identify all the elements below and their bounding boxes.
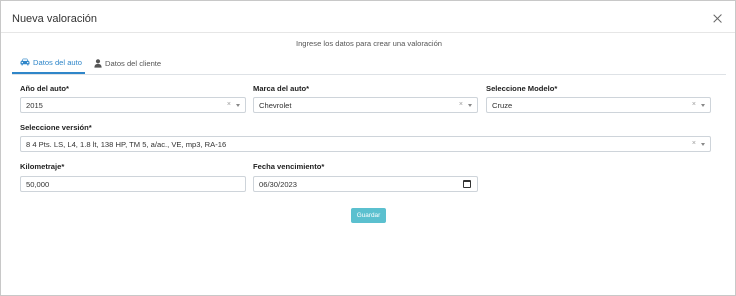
user-icon bbox=[94, 58, 102, 68]
modelo-label: Seleccione Modelo* bbox=[486, 84, 558, 93]
header-divider bbox=[1, 32, 735, 33]
marca-select[interactable]: Chevrolet × bbox=[253, 97, 478, 113]
anio-label: Año del auto* bbox=[20, 84, 69, 93]
anio-value: 2015 bbox=[26, 100, 43, 110]
modal-title: Nueva valoración bbox=[12, 13, 97, 25]
version-chevron-down-icon[interactable] bbox=[701, 143, 705, 146]
marca-clear-icon[interactable]: × bbox=[459, 101, 463, 108]
tab-datos-cliente-label: Datos del cliente bbox=[105, 58, 162, 68]
modelo-select[interactable]: Cruze × bbox=[486, 97, 711, 113]
fecha-value: 06/30/2023 bbox=[259, 179, 298, 189]
marca-value: Chevrolet bbox=[259, 100, 292, 110]
tab-datos-auto-label: Datos del auto bbox=[33, 57, 82, 67]
kilometraje-label: Kilometraje* bbox=[20, 162, 65, 171]
close-icon[interactable] bbox=[712, 13, 724, 25]
version-clear-icon[interactable]: × bbox=[692, 140, 696, 147]
version-label: Seleccione versión* bbox=[20, 123, 92, 132]
modelo-clear-icon[interactable]: × bbox=[692, 101, 696, 108]
fecha-label: Fecha vencimiento* bbox=[253, 162, 325, 171]
modal-subtitle: Ingrese los datos para crear una valorac… bbox=[295, 39, 443, 48]
marca-chevron-down-icon[interactable] bbox=[468, 104, 472, 107]
guardar-button[interactable]: Guardar bbox=[351, 208, 386, 223]
marca-label: Marca del auto* bbox=[253, 84, 310, 93]
car-icon bbox=[20, 58, 30, 66]
version-select[interactable]: 8 4 Pts. LS, L4, 1.8 lt, 138 HP, TM 5, a… bbox=[20, 136, 711, 152]
tab-datos-cliente[interactable]: Datos del cliente bbox=[90, 52, 168, 74]
fecha-input[interactable]: 06/30/2023 bbox=[253, 176, 478, 192]
modelo-value: Cruze bbox=[492, 100, 513, 110]
kilometraje-value: 50,000 bbox=[26, 179, 50, 189]
kilometraje-input[interactable]: 50,000 bbox=[20, 176, 246, 192]
calendar-icon[interactable] bbox=[463, 180, 471, 188]
anio-clear-icon[interactable]: × bbox=[227, 101, 231, 108]
anio-select[interactable]: 2015 × bbox=[20, 97, 246, 113]
tab-datos-auto[interactable]: Datos del auto bbox=[12, 52, 85, 74]
valoracion-modal: Nueva valoración Ingrese los datos para … bbox=[0, 0, 736, 296]
tab-bar: Datos del auto Datos del cliente bbox=[12, 52, 726, 75]
modelo-chevron-down-icon[interactable] bbox=[701, 104, 705, 107]
anio-chevron-down-icon[interactable] bbox=[236, 104, 240, 107]
version-value: 8 4 Pts. LS, L4, 1.8 lt, 138 HP, TM 5, a… bbox=[26, 139, 227, 149]
